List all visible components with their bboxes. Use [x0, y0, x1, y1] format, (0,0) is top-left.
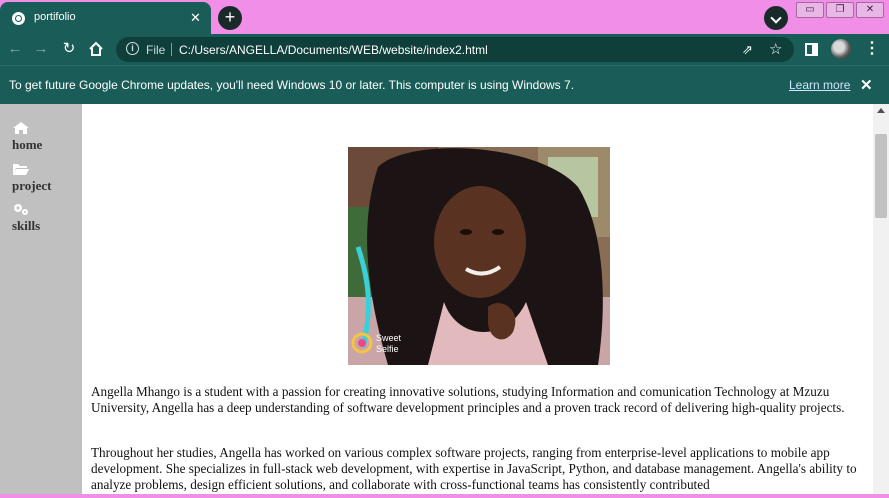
- forward-arrow-icon[interactable]: →: [32, 40, 50, 58]
- bio-paragraph-1: Angella Mhango is a student with a passi…: [91, 384, 845, 415]
- page-scrollbar[interactable]: [873, 104, 889, 498]
- scrollbar-thumb[interactable]: [875, 134, 887, 218]
- home-button-icon[interactable]: [87, 40, 105, 58]
- restore-button[interactable]: ❐: [826, 2, 854, 18]
- address-bar[interactable]: i File C:/Users/ANGELLA/Documents/WEB/we…: [116, 37, 794, 62]
- sidebar-item-home[interactable]: home: [12, 137, 42, 153]
- tab-title: portifolio: [34, 11, 76, 23]
- window-bottom-frame: [0, 494, 889, 498]
- address-divider: [171, 43, 172, 56]
- share-icon[interactable]: ⇗: [742, 42, 753, 58]
- address-scheme-label: File: [146, 43, 166, 57]
- site-info-icon[interactable]: i: [126, 42, 139, 55]
- update-infobar: To get future Google Chrome updates, you…: [0, 65, 889, 104]
- home-icon: [13, 122, 29, 134]
- profile-photo: Sweet Selfie: [348, 147, 610, 365]
- url-text[interactable]: C:/Users/ANGELLA/Documents/WEB/website/i…: [179, 43, 488, 57]
- side-panel-icon[interactable]: [805, 43, 818, 56]
- window-controls: ▭ ❐ ✕: [796, 2, 884, 20]
- title-bar: portifolio ✕ + ▭ ❐ ✕: [0, 0, 889, 34]
- folder-open-icon: [13, 164, 29, 175]
- sidebar: home project skills: [0, 104, 82, 498]
- new-tab-button[interactable]: +: [218, 6, 242, 30]
- infobar-message: To get future Google Chrome updates, you…: [9, 78, 575, 92]
- bio-paragraph-2: Throughout her studies, Angella has work…: [91, 445, 857, 492]
- sidebar-item-skills[interactable]: skills: [12, 218, 40, 234]
- bookmark-star-icon[interactable]: ☆: [769, 40, 782, 58]
- reload-icon[interactable]: ↻: [60, 40, 78, 58]
- tab-search-button[interactable]: [764, 6, 788, 30]
- main-content: Sweet Selfie Angella Mhango is a student…: [82, 104, 873, 498]
- back-arrow-icon[interactable]: ←: [6, 40, 24, 58]
- sidebar-item-project[interactable]: project: [12, 178, 51, 194]
- browser-tab[interactable]: portifolio ✕: [0, 2, 211, 34]
- browser-toolbar: ← → ↻ i File C:/Users/ANGELLA/Documents/…: [0, 34, 889, 65]
- globe-icon: [12, 12, 25, 25]
- minimize-button[interactable]: ▭: [796, 2, 824, 18]
- profile-avatar[interactable]: [831, 39, 851, 59]
- close-window-button[interactable]: ✕: [856, 2, 884, 18]
- browser-menu-icon[interactable]: ⋮: [864, 40, 880, 58]
- learn-more-link[interactable]: Learn more: [789, 78, 850, 92]
- watermark-line2: Selfie: [376, 344, 399, 354]
- watermark-line1: Sweet: [376, 333, 402, 343]
- tab-close-button[interactable]: ✕: [190, 10, 201, 26]
- scroll-up-arrow-icon[interactable]: [877, 108, 885, 113]
- infobar-close-button[interactable]: ✕: [860, 76, 873, 94]
- gears-icon: [14, 204, 28, 215]
